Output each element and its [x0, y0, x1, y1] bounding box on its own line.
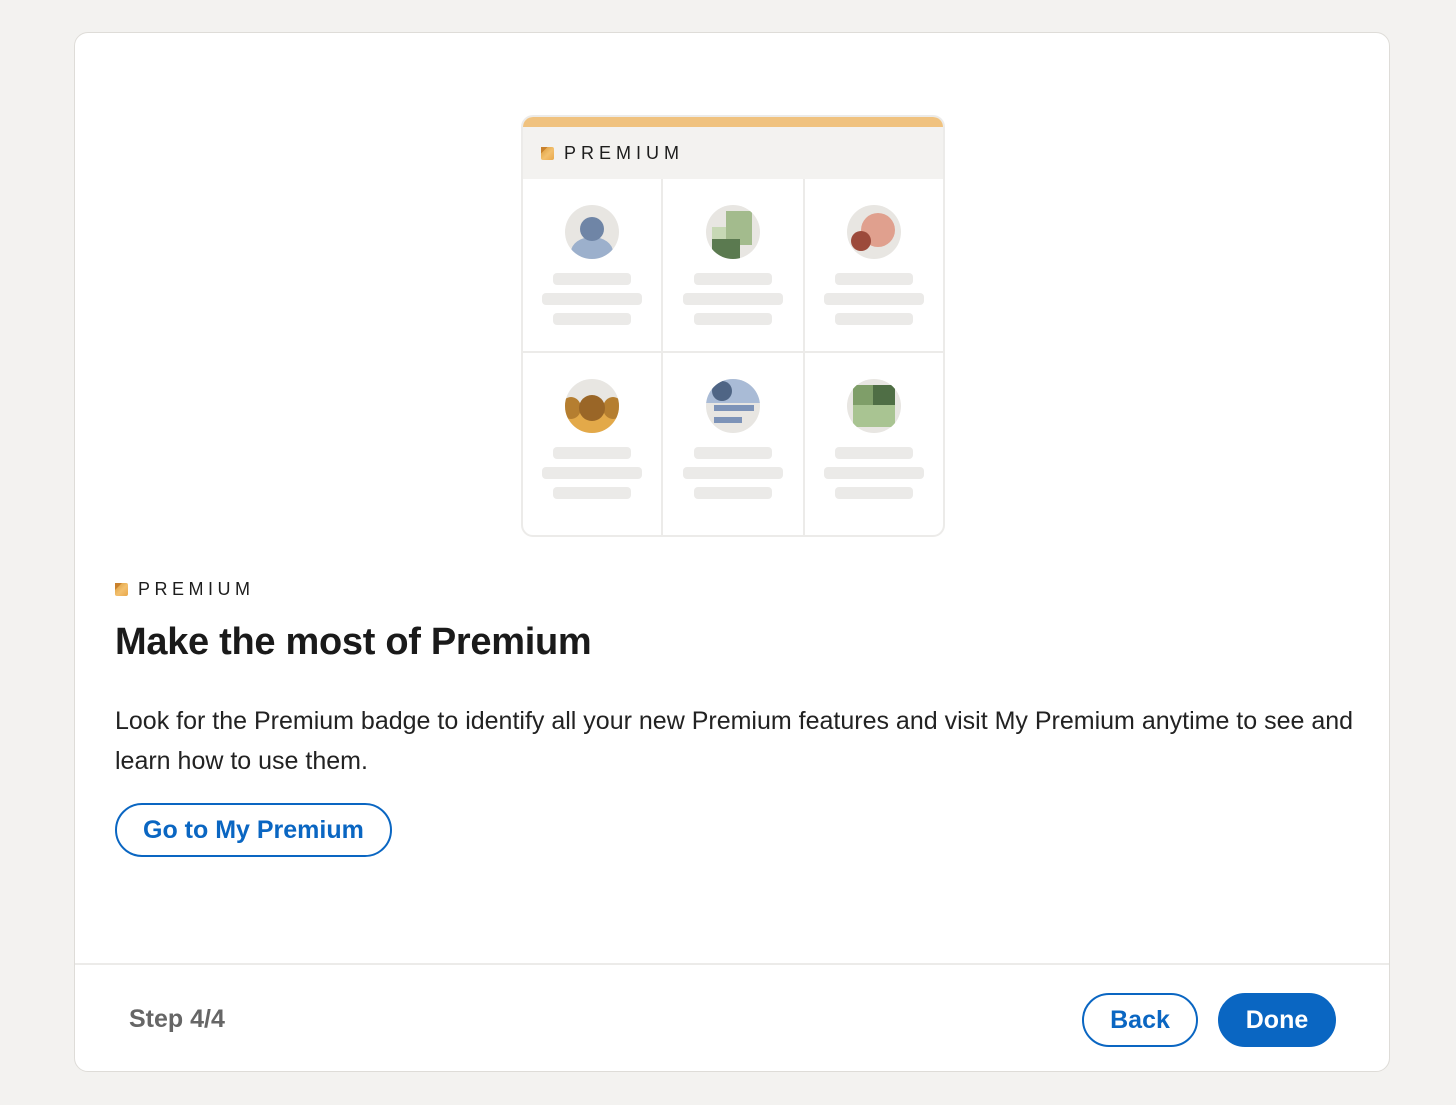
- premium-gem-icon: [541, 146, 554, 160]
- bowtie-icon: [565, 379, 619, 433]
- circles-icon: [847, 205, 901, 259]
- go-to-my-premium-button[interactable]: Go to My Premium: [115, 803, 392, 857]
- premium-eyebrow: PREMIUM: [115, 579, 255, 600]
- illustration-card: [805, 353, 943, 535]
- illustration-header: PREMIUM: [523, 127, 943, 179]
- illustration-card: [663, 179, 805, 353]
- modal-footer: Step 4/4 Back Done: [75, 963, 1389, 1071]
- text-lines-icon: [706, 379, 760, 433]
- modal-description: Look for the Premium badge to identify a…: [115, 707, 1354, 775]
- illustration-card: [663, 353, 805, 535]
- premium-gem-icon: [115, 583, 128, 596]
- onboarding-modal: PREMIUM PREMIUM Make the most of Premium…: [74, 32, 1390, 1072]
- modal-headline: Make the most of Premium: [115, 621, 592, 663]
- illustration-badge-label: PREMIUM: [564, 142, 684, 163]
- illustration-gold-bar: [523, 117, 943, 127]
- premium-illustration: PREMIUM: [521, 115, 945, 537]
- blocks-icon: [706, 205, 760, 259]
- illustration-card: [805, 179, 943, 353]
- eyebrow-label: PREMIUM: [138, 579, 255, 599]
- person-icon: [565, 205, 619, 259]
- illustration-card: [523, 179, 663, 353]
- illustration-card-grid: [523, 179, 943, 535]
- illustration-card: [523, 353, 663, 535]
- back-button[interactable]: Back: [1082, 993, 1198, 1047]
- step-indicator: Step 4/4: [129, 1005, 225, 1033]
- done-button[interactable]: Done: [1218, 993, 1336, 1047]
- squares-icon: [847, 379, 901, 433]
